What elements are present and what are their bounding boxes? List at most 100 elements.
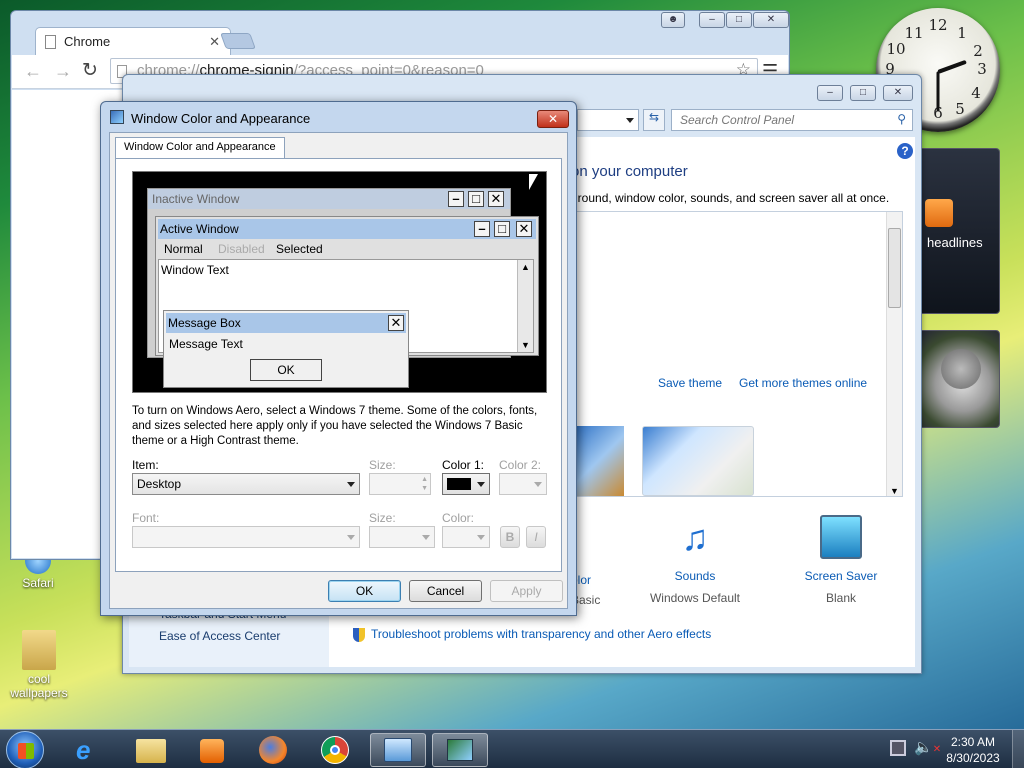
color2-label: Color 2: — [499, 458, 542, 472]
window-color-item[interactable]: olor Basic — [571, 515, 611, 607]
get-more-themes-link[interactable]: Get more themes online — [739, 376, 867, 390]
start-button[interactable] — [6, 731, 44, 768]
back-icon[interactable]: ← — [24, 61, 42, 82]
address-dropdown[interactable] — [577, 109, 639, 131]
sounds-item[interactable]: ♫ Sounds Windows Default — [645, 515, 745, 605]
new-tab-button[interactable] — [220, 33, 256, 49]
desktop-icon-cool-wallpapers[interactable]: cool wallpapers — [8, 630, 70, 700]
size-spinner[interactable]: ▲ ▼ — [369, 473, 431, 495]
shield-icon — [353, 627, 365, 642]
screen-saver-label: Screen Saver — [804, 569, 878, 583]
font-size-select[interactable] — [369, 526, 435, 548]
minimize-button[interactable]: – — [699, 12, 725, 28]
italic-button[interactable]: I — [526, 526, 546, 548]
network-icon[interactable] — [890, 740, 906, 756]
chevron-down-icon — [534, 482, 542, 487]
forward-icon[interactable]: → — [54, 61, 72, 82]
chevron-down-icon — [477, 482, 485, 487]
show-desktop-button[interactable] — [1012, 730, 1024, 768]
volume-muted-icon[interactable]: 🔈✕ — [914, 738, 941, 756]
maximize-button[interactable]: □ — [850, 85, 876, 101]
preview-ok-button: OK — [250, 359, 322, 381]
appearance-preview[interactable]: Inactive Window – □ ✕ Active Window – □ … — [132, 171, 547, 393]
chevron-down-icon — [347, 535, 355, 540]
ease-of-access-link[interactable]: Ease of Access Center — [159, 629, 280, 643]
scroll-thumb[interactable] — [888, 228, 901, 308]
refresh-icon[interactable]: ⇆ — [643, 109, 665, 131]
troubleshoot-link[interactable]: Troubleshoot problems with transparency … — [353, 627, 711, 642]
internet-explorer-icon: e — [76, 735, 91, 765]
rss-icon — [925, 199, 953, 227]
mouse-cursor — [529, 174, 538, 190]
user-profile-button[interactable]: ☻ — [661, 12, 685, 28]
reload-icon[interactable]: ↻ — [82, 59, 98, 82]
restore-button[interactable]: □ — [726, 12, 752, 28]
tab-window-color-appearance[interactable]: Window Color and Appearance — [115, 137, 285, 159]
search-box[interactable]: Search Control Panel ⚲ — [671, 109, 913, 131]
cancel-label: Cancel — [426, 584, 465, 598]
ok-button[interactable]: OK — [328, 580, 401, 602]
tab-close-icon[interactable]: ✕ — [209, 34, 220, 50]
taskbar-ie[interactable]: e — [62, 733, 118, 767]
feed-headlines-gadget[interactable]: headlines — [918, 148, 1000, 314]
chevron-down-icon — [347, 482, 355, 487]
taskbar-firefox[interactable] — [246, 733, 302, 767]
close-button[interactable]: ✕ — [537, 110, 569, 128]
slideshow-gadget[interactable] — [918, 330, 1000, 428]
message-box-preview: Message Box ✕ Message Text OK — [163, 310, 409, 388]
theme-thumbnail-landscapes[interactable] — [572, 426, 624, 496]
taskbar-window-color[interactable] — [432, 733, 488, 767]
dialog-title: Window Color and Appearance — [131, 111, 311, 126]
menu-normal: Normal — [164, 242, 203, 256]
clock-time: 2:30 AM — [950, 735, 996, 749]
menu-disabled: Disabled — [218, 242, 265, 256]
minimize-button[interactable]: – — [817, 85, 843, 101]
help-icon[interactable]: ? — [897, 143, 913, 159]
theme-thumbnail-nature[interactable] — [642, 426, 754, 496]
font-select[interactable] — [132, 526, 360, 548]
save-theme-link[interactable]: Save theme — [658, 376, 722, 390]
tab-label: Window Color and Appearance — [124, 141, 276, 153]
clock-number: 3 — [977, 60, 987, 78]
scroll-down-icon[interactable]: ▼ — [890, 486, 899, 496]
taskbar-explorer[interactable] — [124, 733, 180, 767]
chrome-icon — [321, 736, 349, 764]
clock-number: 10 — [886, 40, 906, 58]
taskbar-control-panel[interactable] — [370, 733, 426, 767]
page-title: on your computer — [571, 163, 688, 180]
apply-button[interactable]: Apply — [490, 580, 563, 602]
maximize-icon: □ — [468, 191, 484, 207]
scroll-up-icon: ▲ — [521, 262, 530, 272]
control-panel-icon — [384, 738, 412, 762]
window-color-icon — [447, 739, 473, 761]
window-color-dialog[interactable]: Window Color and Appearance ✕ Window Col… — [100, 101, 577, 616]
active-titlebar: Active Window – □ ✕ — [158, 219, 536, 239]
italic-label: I — [534, 530, 538, 544]
close-button[interactable]: ✕ — [883, 85, 913, 101]
font-color-picker[interactable] — [442, 526, 490, 548]
firefox-icon — [259, 736, 287, 764]
sounds-value: Windows Default — [649, 591, 741, 605]
bold-button[interactable]: B — [500, 526, 520, 548]
inactive-titlebar: Inactive Window – □ ✕ — [148, 189, 510, 209]
message-box-title: Message Box — [168, 316, 241, 330]
close-icon: ✕ — [388, 315, 404, 331]
preview-ok-label: OK — [277, 363, 295, 377]
taskbar-media-player[interactable] — [184, 733, 240, 767]
screen-saver-item[interactable]: Screen Saver Blank — [789, 515, 893, 605]
clock-number: 12 — [928, 16, 948, 34]
taskbar-chrome[interactable] — [308, 733, 364, 767]
item-select[interactable]: Desktop — [132, 473, 360, 495]
color1-picker[interactable] — [442, 473, 490, 495]
color2-picker[interactable] — [499, 473, 547, 495]
size-label: Size: — [369, 458, 396, 472]
system-clock[interactable]: 2:30 AM 8/30/2023 — [940, 734, 1006, 766]
close-button[interactable]: ✕ — [753, 12, 789, 28]
color1-swatch — [447, 478, 471, 490]
cancel-button[interactable]: Cancel — [409, 580, 482, 602]
windows-logo-icon — [18, 743, 34, 759]
chevron-down-icon — [477, 535, 485, 540]
scroll-track[interactable]: ▼ — [886, 212, 902, 496]
browser-tab[interactable]: Chrome ✕ — [35, 27, 231, 57]
desktop-icon-label: cool wallpapers — [10, 672, 68, 700]
